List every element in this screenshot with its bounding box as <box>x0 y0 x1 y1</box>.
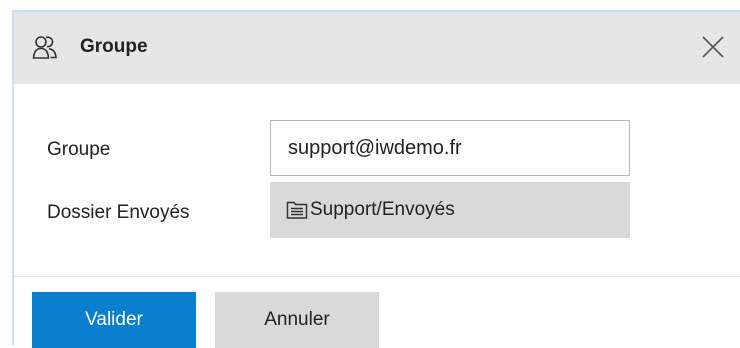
group-dialog: Groupe Groupe Dossier Envoyés Support/En… <box>12 10 740 348</box>
folder-list-icon <box>286 200 308 220</box>
sent-folder-label: Dossier Envoyés <box>47 202 190 223</box>
group-label: Groupe <box>47 139 111 160</box>
group-input[interactable] <box>270 120 630 176</box>
validate-button[interactable]: Valider <box>32 292 196 348</box>
sent-folder-value: Support/Envoyés <box>310 199 455 220</box>
close-icon[interactable] <box>700 34 726 60</box>
footer-divider <box>14 276 740 277</box>
cancel-button[interactable]: Annuler <box>215 292 379 348</box>
group-users-icon <box>32 34 58 60</box>
dialog-header: Groupe <box>14 12 740 84</box>
dialog-title: Groupe <box>80 36 148 57</box>
sent-folder-selector[interactable]: Support/Envoyés <box>270 182 630 238</box>
